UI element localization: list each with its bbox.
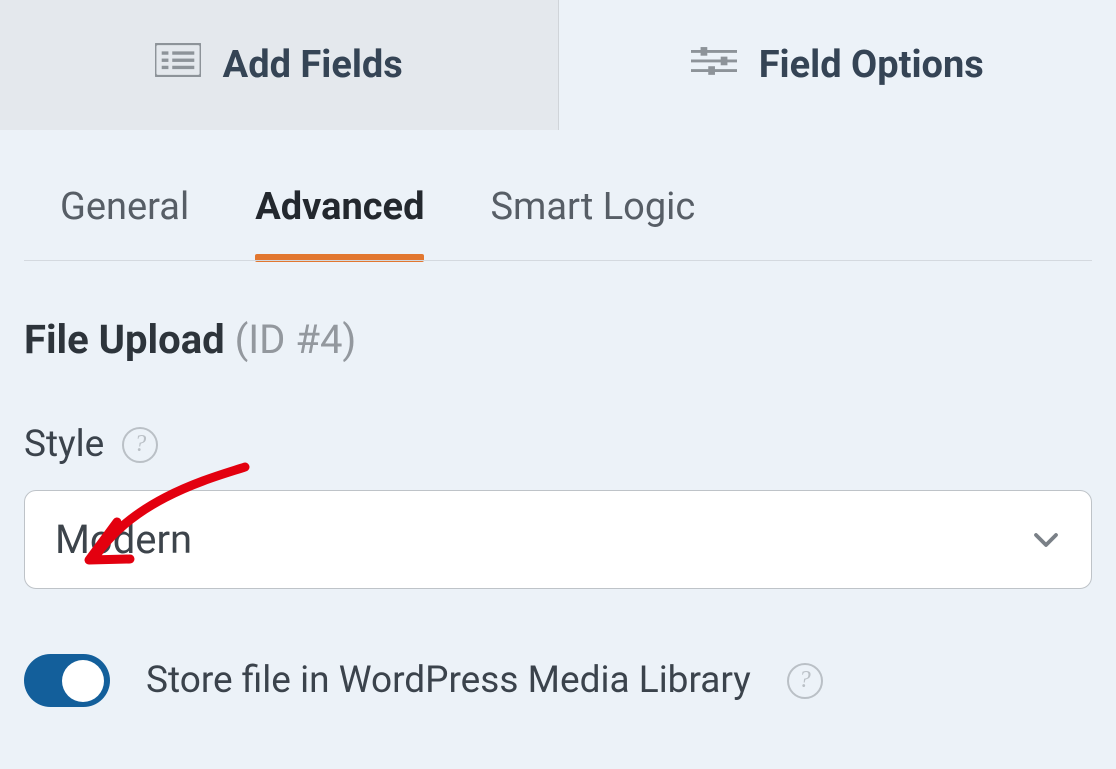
help-icon[interactable]: ? bbox=[787, 663, 823, 699]
media-library-toggle-label: Store file in WordPress Media Library bbox=[146, 659, 751, 702]
style-select[interactable]: Modern bbox=[24, 490, 1092, 589]
toggle-knob bbox=[62, 660, 104, 702]
tab-field-options-label: Field Options bbox=[759, 43, 984, 87]
subtab-smart-logic[interactable]: Smart Logic bbox=[490, 185, 695, 261]
media-library-toggle-row: Store file in WordPress Media Library ? bbox=[24, 654, 1092, 707]
field-name: File Upload bbox=[24, 316, 225, 363]
style-label-row: Style ? bbox=[24, 423, 1092, 466]
sliders-icon bbox=[691, 43, 737, 87]
field-id: (ID #4) bbox=[235, 316, 357, 363]
style-label: Style bbox=[24, 423, 104, 466]
list-icon bbox=[155, 43, 201, 87]
chevron-down-icon bbox=[1031, 525, 1061, 555]
tab-add-fields-label: Add Fields bbox=[223, 43, 403, 87]
options-panel: File Upload (ID #4) Style ? Modern Store… bbox=[0, 261, 1116, 747]
subtab-advanced[interactable]: Advanced bbox=[255, 185, 424, 261]
help-icon[interactable]: ? bbox=[122, 427, 158, 463]
tab-field-options[interactable]: Field Options bbox=[559, 0, 1116, 130]
top-tabs: Add Fields Field Options bbox=[0, 0, 1116, 130]
media-library-toggle[interactable] bbox=[24, 654, 110, 707]
field-title: File Upload (ID #4) bbox=[24, 316, 1092, 363]
sub-tabs: General Advanced Smart Logic bbox=[0, 130, 1116, 261]
tab-add-fields[interactable]: Add Fields bbox=[0, 0, 558, 130]
style-select-value: Modern bbox=[55, 516, 192, 563]
subtab-general[interactable]: General bbox=[60, 185, 189, 261]
